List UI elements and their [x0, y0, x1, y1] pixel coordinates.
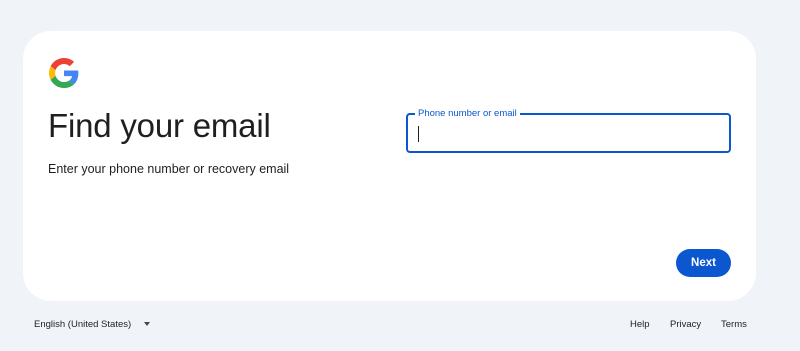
page-subtitle: Enter your phone number or recovery emai… — [48, 162, 290, 176]
language-label: English (United States) — [34, 319, 132, 330]
help-link[interactable]: Help — [630, 319, 650, 330]
find-email-card: Find your email Enter your phone number … — [23, 31, 756, 301]
privacy-link[interactable]: Privacy — [670, 319, 701, 330]
next-button[interactable]: Next — [676, 249, 731, 277]
footer: English (United States) Help Privacy Ter… — [0, 316, 800, 334]
text-cursor — [418, 126, 419, 142]
caret-down-icon[interactable] — [144, 322, 150, 326]
phone-or-email-input[interactable] — [408, 115, 729, 151]
phone-or-email-field[interactable]: Phone number or email — [406, 107, 731, 153]
language-selector[interactable]: English (United States) — [34, 319, 131, 330]
google-logo-icon — [49, 58, 79, 88]
terms-link[interactable]: Terms — [721, 319, 747, 330]
page-title: Find your email — [48, 107, 271, 144]
